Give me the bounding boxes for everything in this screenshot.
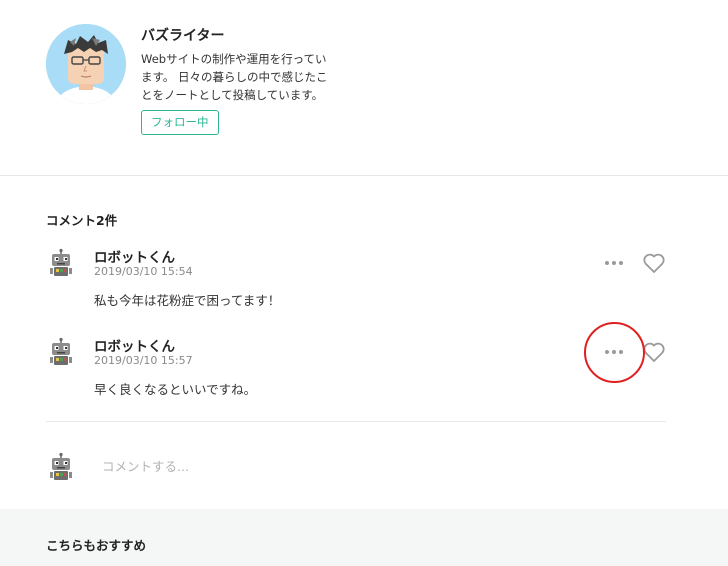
robot-avatar-icon[interactable] [46, 337, 76, 367]
more-options-button[interactable] [602, 252, 626, 274]
note-page: バズライター Webサイトの制作や運用を行ってい ます。 日々の暮らしの中で感じ… [0, 0, 728, 566]
heart-icon [643, 253, 665, 273]
recommend-heading: こちらもおすすめ [46, 538, 147, 553]
author-avatar[interactable] [46, 24, 126, 104]
comment-body: 私も今年は花粉症で困ってます！ [94, 293, 281, 308]
ellipsis-icon [605, 261, 623, 265]
recommend-section: こちらもおすすめ [0, 509, 728, 566]
robot-avatar-icon [46, 452, 76, 482]
author-bio-line: とをノートとして投稿しています。 [141, 88, 324, 102]
comment-divider [46, 421, 666, 422]
like-button[interactable] [642, 340, 666, 364]
robot-avatar-icon[interactable] [46, 248, 76, 278]
comment-author-name[interactable]: ロボットくん [94, 246, 175, 266]
author-avatar-illustration-icon [46, 24, 126, 104]
comments-heading: コメント2件 [46, 213, 118, 228]
highlight-annotation-circle [584, 322, 645, 383]
heart-icon [643, 342, 665, 362]
comment-body: 早く良くなるといいですね。 [94, 382, 257, 397]
author-name[interactable]: バズライター [141, 25, 224, 45]
author-bio-line: Webサイトの制作や運用を行ってい [141, 52, 327, 66]
author-bio: Webサイトの制作や運用を行ってい ます。 日々の暮らしの中で感じたこ とをノー… [141, 50, 346, 104]
comment-author-name[interactable]: ロボットくん [94, 335, 175, 355]
follow-button[interactable]: フォロー中 [141, 110, 219, 135]
comment-timestamp: 2019/03/10 15:54 [94, 265, 193, 278]
author-profile: バズライター Webサイトの制作や運用を行ってい ます。 日々の暮らしの中で感じ… [46, 24, 686, 164]
section-divider [0, 175, 728, 176]
comment-timestamp: 2019/03/10 15:57 [94, 354, 193, 367]
author-bio-line: ます。 日々の暮らしの中で感じたこ [141, 70, 328, 84]
like-button[interactable] [642, 251, 666, 275]
comment-input[interactable] [102, 454, 642, 478]
comment-compose [46, 450, 666, 482]
comment-item: ロボットくん 2019/03/10 15:54 私も今年は花粉症で困ってます！ [46, 246, 686, 316]
